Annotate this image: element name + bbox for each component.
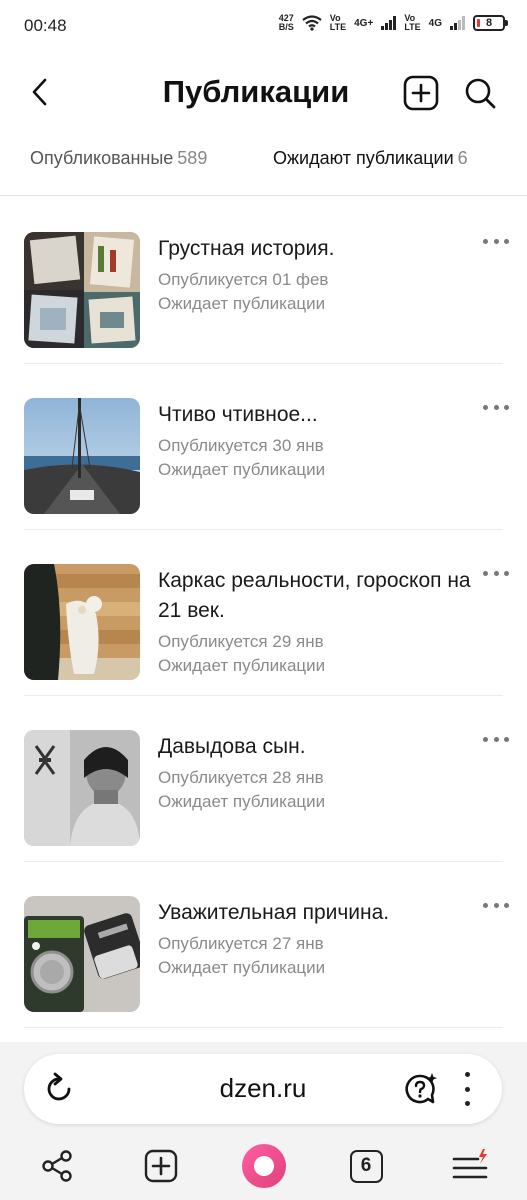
status-icons: 427 B/S Vo LTE 4G+ Vo LTE 4G 8 [279, 13, 508, 32]
publication-thumbnail [24, 896, 140, 1012]
volte-indicator-2: Vo LTE [404, 13, 421, 32]
app-header: Публикации [0, 62, 527, 124]
chat-question-sparkle-icon [405, 1073, 437, 1104]
signal-icon-1 [381, 16, 397, 30]
network-type-1: 4G+ [354, 17, 374, 29]
search-icon [465, 78, 496, 109]
tabs-count: 6 [349, 1149, 383, 1183]
plus-square-icon [144, 1149, 178, 1183]
battery-level: 8 [485, 17, 493, 29]
more-options-button[interactable] [483, 898, 509, 912]
tab-published[interactable]: Опубликованные 589 [30, 148, 207, 169]
plus-square-icon [403, 75, 439, 111]
hamburger-menu-icon [452, 1149, 488, 1179]
publication-item[interactable]: Уважительная причина. Опубликуется 27 ян… [0, 862, 527, 1028]
status-bar: 00:48 427 B/S Vo LTE 4G+ Vo LTE 4G 8 [0, 0, 527, 54]
new-tab-button[interactable] [141, 1146, 181, 1186]
publication-thumbnail [24, 398, 140, 514]
page-menu-button[interactable] [460, 1072, 474, 1106]
browser-bottom-panel: dzen.ru 6 [0, 1042, 527, 1200]
publication-item[interactable]: Каркас реальности, гороскоп на 21 век. О… [0, 530, 527, 696]
publication-date: Опубликуется 30 янв [158, 436, 324, 455]
publication-list: Грустная история. Опубликуется 01 фев Ож… [0, 198, 527, 1028]
battery-icon: 8 [473, 15, 508, 31]
publication-thumbnail [24, 730, 140, 846]
more-options-button[interactable] [483, 732, 509, 746]
publication-status: Ожидает публикации [158, 958, 326, 977]
network-speed: 427 B/S [279, 14, 294, 32]
publication-tabs: Опубликованные 589 Ожидают публикации 6 [0, 136, 527, 196]
publication-title: Каркас реальности, гороскоп на 21 век. [158, 569, 471, 622]
tab-pending-count: 6 [457, 148, 468, 168]
publication-item[interactable]: Чтиво чтивное... Опубликуется 30 янв Ожи… [0, 364, 527, 530]
publication-status: Ожидает публикации [158, 656, 326, 675]
create-publication-button[interactable] [403, 75, 439, 111]
publication-date: Опубликуется 01 фев [158, 270, 329, 289]
network-speed-unit: B/S [278, 22, 294, 32]
publication-title: Чтиво чтивное... [158, 403, 318, 426]
publication-thumbnail [24, 564, 140, 680]
more-options-button[interactable] [483, 566, 509, 580]
network-type-2: 4G [428, 17, 442, 29]
publication-item[interactable]: Давыдова сын. Опубликуется 28 янв Ожидае… [0, 696, 527, 862]
wifi-icon [302, 15, 322, 31]
more-options-button[interactable] [483, 234, 509, 248]
tab-pending[interactable]: Ожидают публикации 6 [273, 148, 468, 169]
tab-published-label: Опубликованные [30, 148, 174, 168]
publication-status: Ожидает публикации [158, 460, 326, 479]
browser-menu-button[interactable] [450, 1146, 490, 1186]
tab-published-count: 589 [177, 148, 208, 168]
alice-icon [254, 1156, 274, 1176]
publication-date: Опубликуется 29 янв [158, 632, 324, 651]
share-icon [42, 1150, 72, 1182]
address-bar[interactable]: dzen.ru [24, 1054, 502, 1124]
share-button[interactable] [37, 1146, 77, 1186]
publication-status: Ожидает публикации [158, 294, 326, 313]
publication-date: Опубликуется 27 янв [158, 934, 324, 953]
publication-item[interactable]: Грустная история. Опубликуется 01 фев Ож… [0, 198, 527, 364]
more-options-button[interactable] [483, 400, 509, 414]
publication-title: Уважительная причина. [158, 901, 390, 924]
browser-navigation: 6 [0, 1142, 527, 1188]
publication-thumbnail [24, 232, 140, 348]
alice-assistant-button[interactable] [242, 1144, 286, 1188]
tabs-switcher-button[interactable]: 6 [346, 1146, 386, 1186]
publication-title: Грустная история. [158, 237, 335, 260]
volte-indicator-1: Vo LTE [329, 13, 347, 32]
search-button[interactable] [462, 75, 498, 111]
signal-icon-2 [450, 16, 465, 30]
tab-pending-label: Ожидают публикации [273, 148, 454, 168]
publication-date: Опубликуется 28 янв [158, 768, 324, 787]
status-time: 00:48 [24, 16, 67, 35]
publication-status: Ожидает публикации [158, 792, 326, 811]
publication-title: Давыдова сын. [158, 735, 306, 758]
alice-chat-button[interactable] [402, 1071, 438, 1107]
